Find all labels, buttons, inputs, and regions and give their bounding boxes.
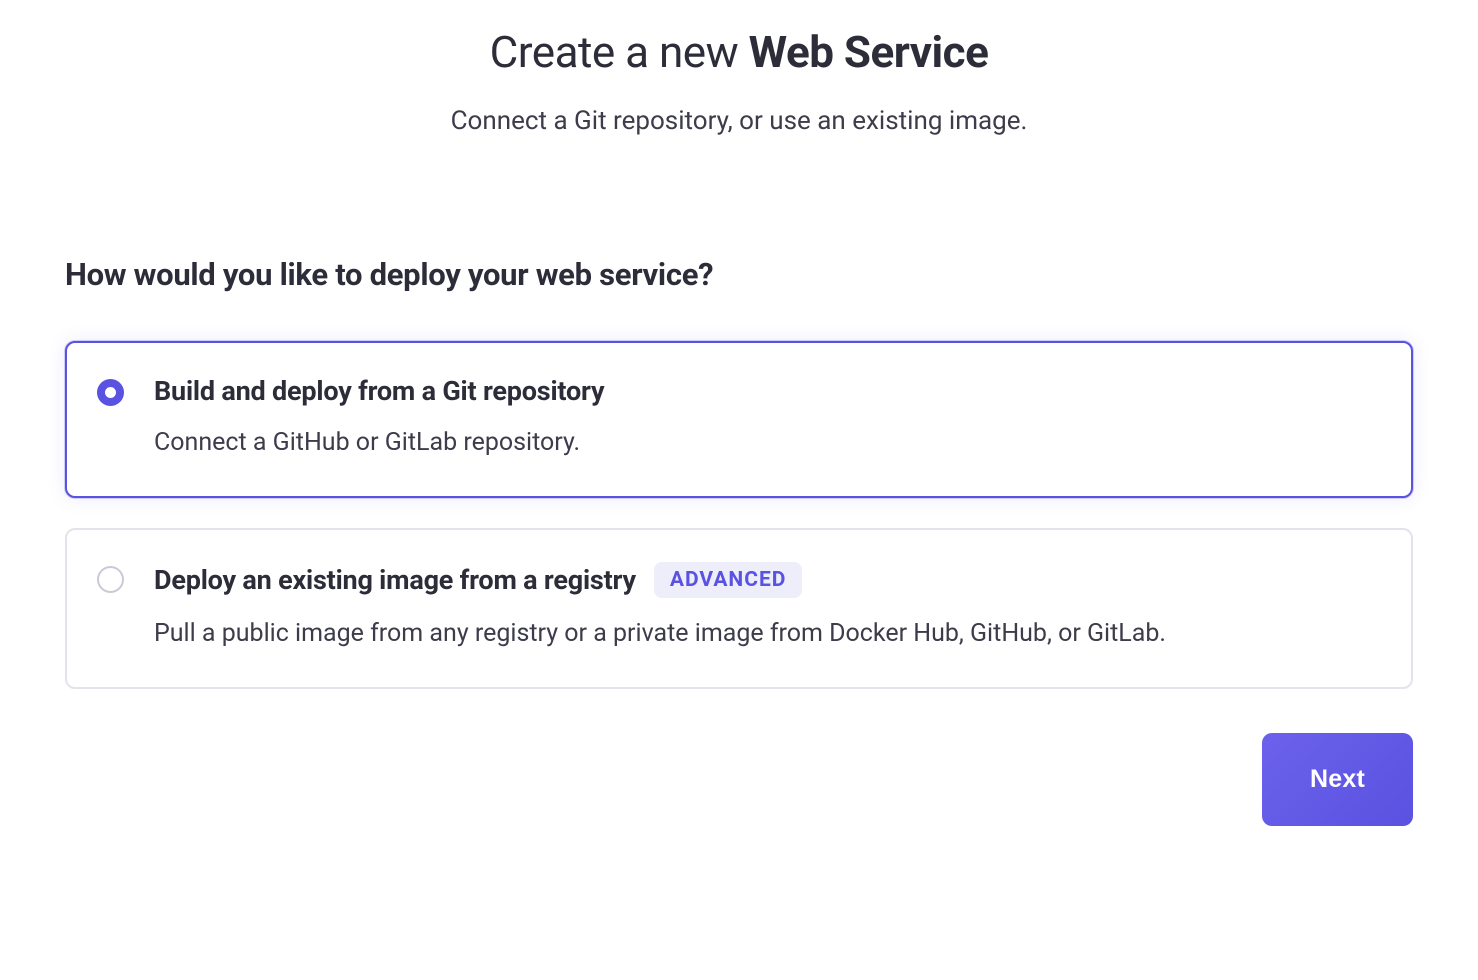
page-title-prefix: Create a new	[490, 26, 749, 78]
page-title-bold: Web Service	[749, 26, 989, 78]
option-title: Deploy an existing image from a registry	[154, 564, 636, 596]
option-git-repository[interactable]: Build and deploy from a Git repository C…	[65, 341, 1413, 498]
section-heading: How would you like to deploy your web se…	[65, 256, 1413, 293]
option-content: Deploy an existing image from a registry…	[154, 562, 1381, 651]
next-button[interactable]: Next	[1262, 733, 1413, 826]
deploy-options: Build and deploy from a Git repository C…	[65, 341, 1413, 689]
page-title: Create a new Web Service	[65, 26, 1413, 78]
advanced-badge: ADVANCED	[654, 562, 803, 598]
page-header: Create a new Web Service Connect a Git r…	[65, 26, 1413, 136]
radio-icon	[97, 566, 124, 593]
page-subtitle: Connect a Git repository, or use an exis…	[65, 106, 1413, 136]
option-title: Build and deploy from a Git repository	[154, 375, 604, 407]
option-description: Connect a GitHub or GitLab repository.	[154, 425, 1381, 460]
option-description: Pull a public image from any registry or…	[154, 616, 1381, 651]
option-title-row: Deploy an existing image from a registry…	[154, 562, 1381, 598]
actions-row: Next	[65, 733, 1413, 826]
radio-icon	[97, 379, 124, 406]
option-title-row: Build and deploy from a Git repository	[154, 375, 1381, 407]
option-content: Build and deploy from a Git repository C…	[154, 375, 1381, 460]
option-existing-image[interactable]: Deploy an existing image from a registry…	[65, 528, 1413, 689]
